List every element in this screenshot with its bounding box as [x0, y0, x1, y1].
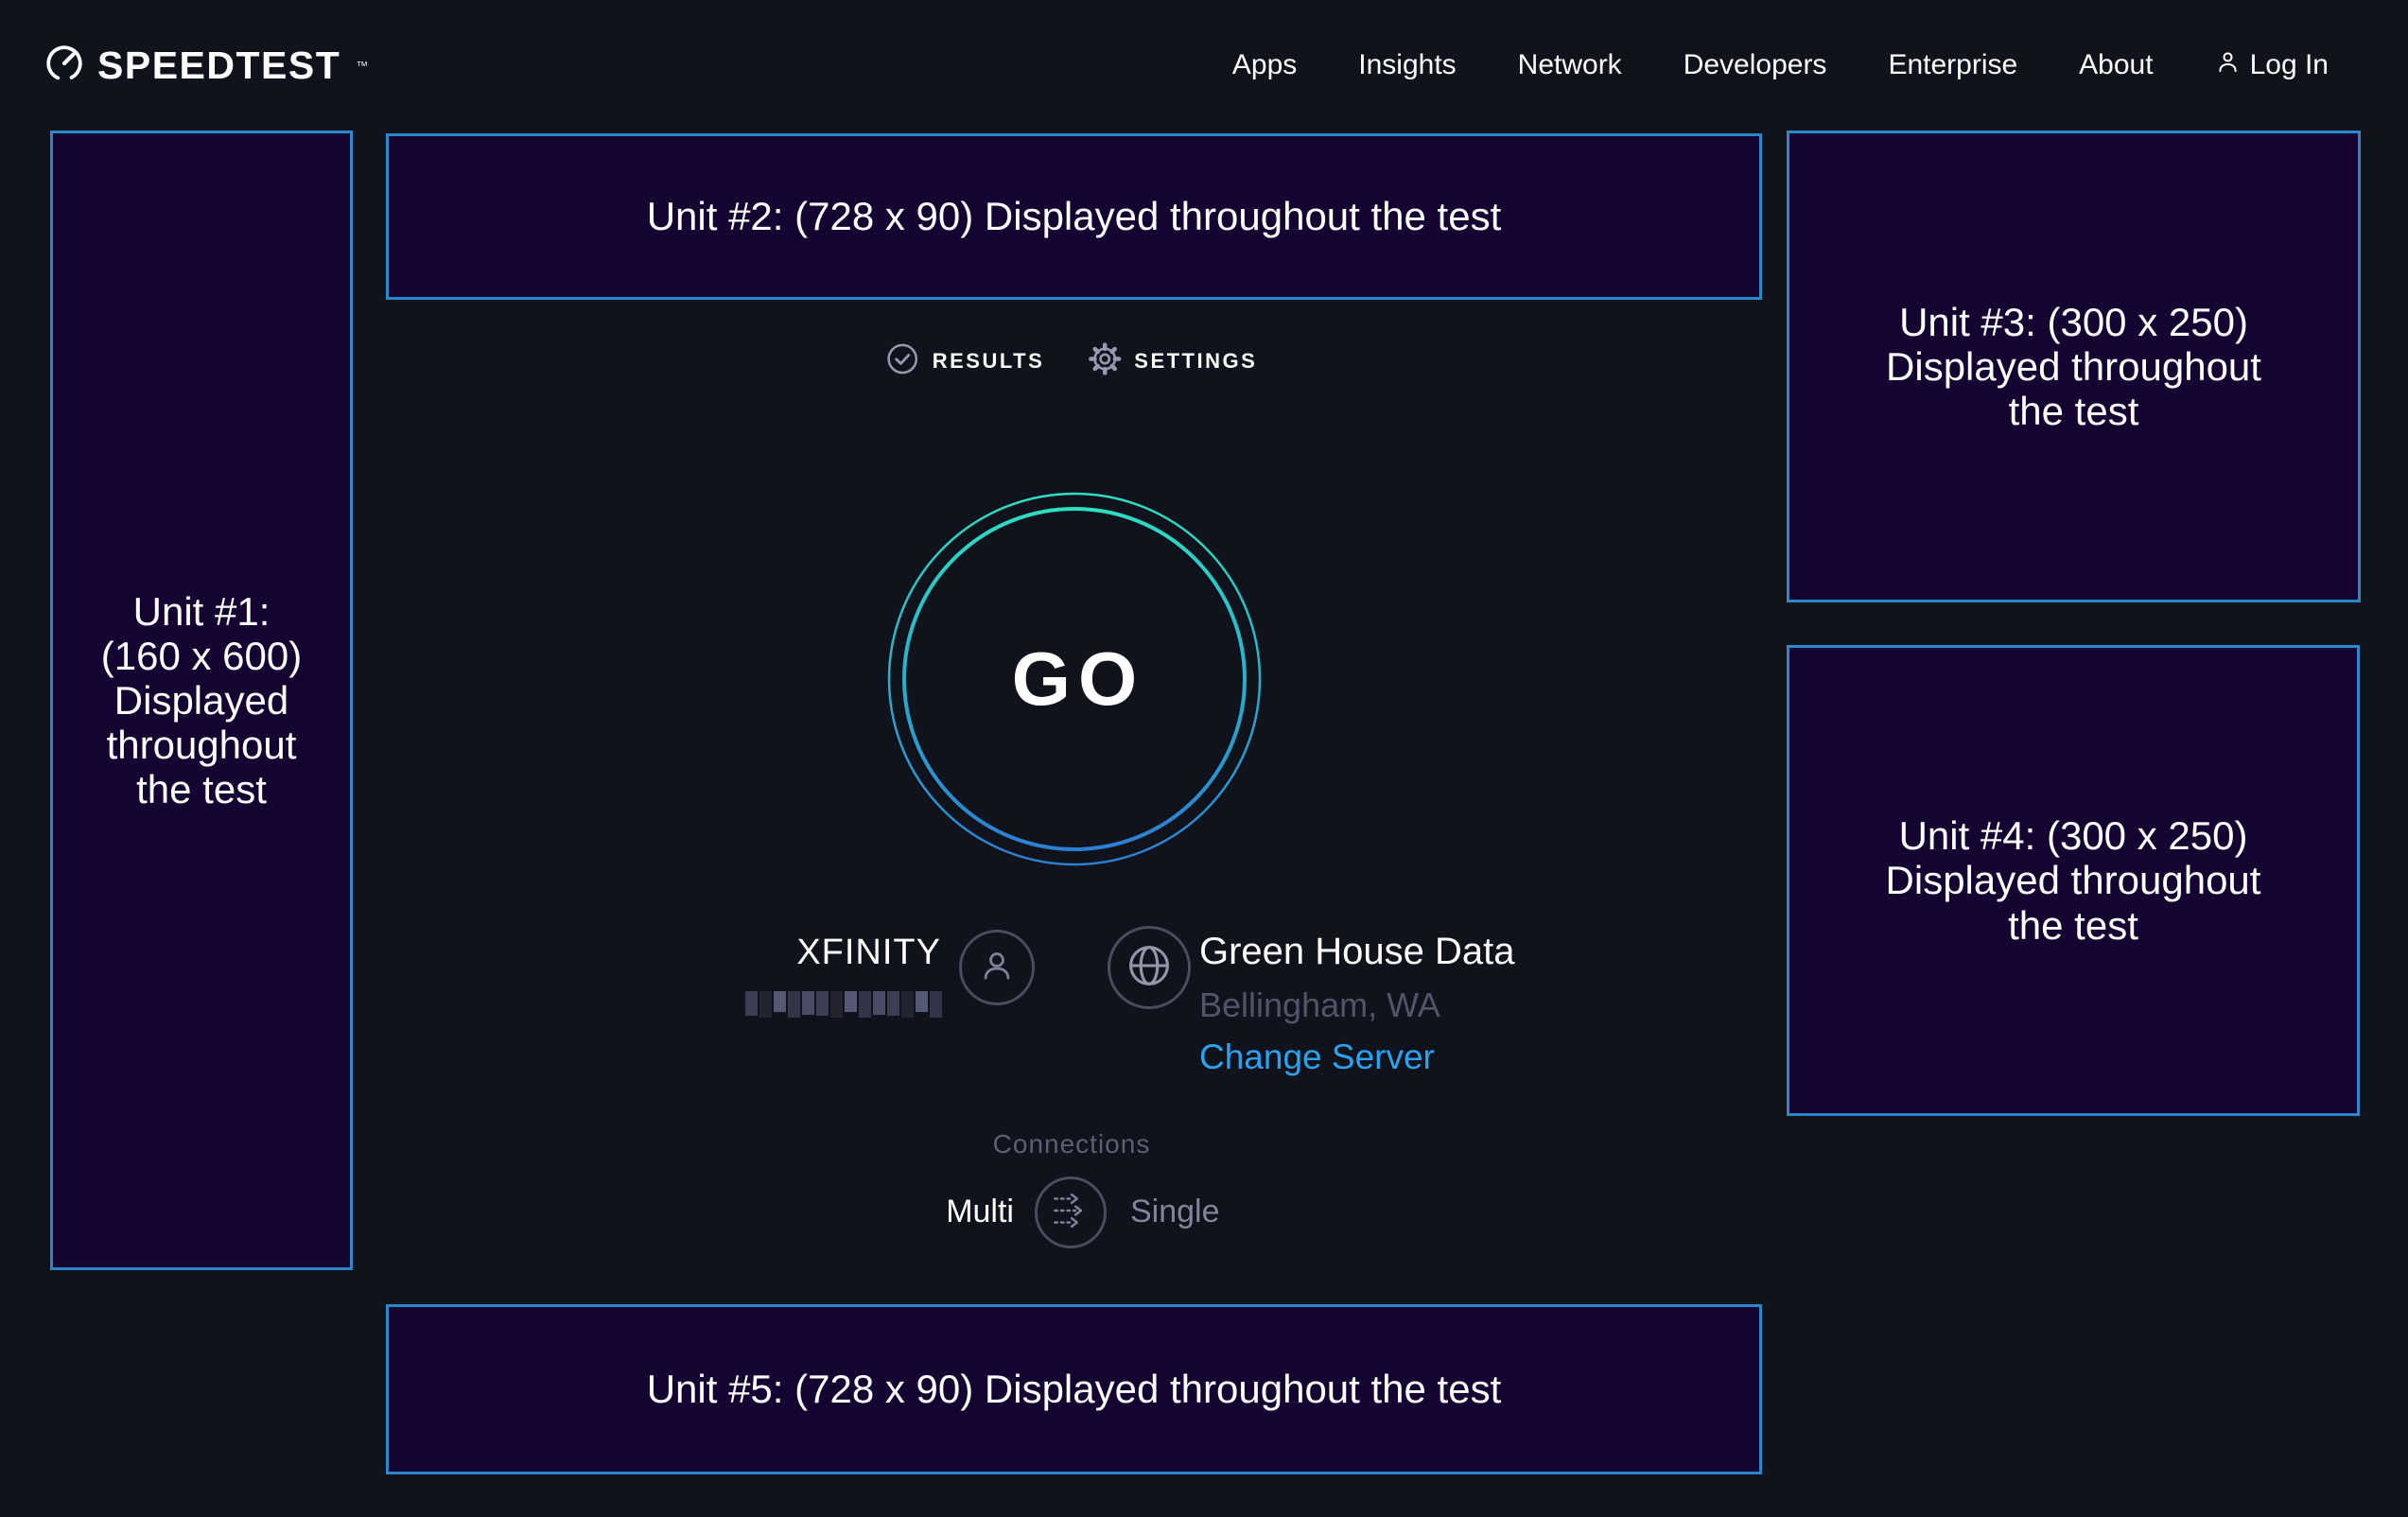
ad-unit-3-label: Unit #3: (300 x 250) Displayed throughou… — [1886, 300, 2261, 433]
results-settings-tabs: RESULTS SETTINGS — [886, 342, 1258, 380]
nav-item-about[interactable]: About — [2079, 49, 2153, 81]
person-icon — [977, 946, 1017, 990]
ad-unit-4-label: Unit #4: (300 x 250) Displayed throughou… — [1886, 813, 2261, 947]
nav-item-enterprise[interactable]: Enterprise — [1888, 49, 2017, 81]
connections-multi-option[interactable]: Multi — [946, 1194, 1014, 1230]
server-info: Green House Data Bellingham, WA Change S… — [1199, 931, 1515, 1077]
go-button-label: GO — [885, 490, 1264, 868]
speedtest-page: SPEEDTEST ™ Apps Insights Network Develop… — [0, 0, 2408, 1517]
isp-name[interactable]: XFINITY — [796, 933, 941, 973]
tab-results[interactable]: RESULTS — [886, 342, 1045, 380]
brand-trademark: ™ — [356, 59, 368, 73]
speedometer-icon — [44, 44, 84, 88]
isp-avatar — [959, 930, 1035, 1005]
ad-unit-1[interactable]: Unit #1: (160 x 600) Displayed throughou… — [50, 131, 353, 1270]
login-button[interactable]: Log In — [2215, 49, 2329, 82]
nav-item-network[interactable]: Network — [1518, 49, 1622, 81]
ad-unit-5-label: Unit #5: (728 x 90) Displayed throughout… — [647, 1367, 1502, 1411]
tab-settings[interactable]: SETTINGS — [1088, 342, 1257, 380]
server-location: Bellingham, WA — [1199, 985, 1515, 1025]
check-circle-icon — [886, 342, 919, 380]
brand-name: SPEEDTEST — [97, 44, 340, 88]
top-nav-bar: SPEEDTEST ™ Apps Insights Network Develop… — [0, 0, 2408, 131]
ad-unit-2[interactable]: Unit #2: (728 x 90) Displayed throughout… — [386, 133, 1762, 300]
gear-icon — [1088, 342, 1121, 380]
connections-toggle[interactable] — [1035, 1177, 1107, 1248]
tab-settings-label: SETTINGS — [1134, 349, 1257, 374]
speedtest-logo[interactable]: SPEEDTEST ™ — [44, 44, 368, 88]
login-label: Log In — [2250, 49, 2329, 81]
nav-item-insights[interactable]: Insights — [1358, 49, 1456, 81]
ad-unit-3[interactable]: Unit #3: (300 x 250) Displayed throughou… — [1787, 131, 2361, 602]
ad-unit-4[interactable]: Unit #4: (300 x 250) Displayed throughou… — [1787, 645, 2360, 1116]
tab-results-label: RESULTS — [933, 349, 1045, 374]
redacted-ip-address — [745, 991, 950, 1018]
server-globe-badge — [1108, 926, 1191, 1009]
connections-single-option[interactable]: Single — [1130, 1194, 1220, 1230]
connections-label: Connections — [993, 1129, 1151, 1160]
nav-item-developers[interactable]: Developers — [1684, 49, 1827, 81]
globe-icon — [1125, 942, 1173, 994]
ad-unit-1-label: Unit #1: (160 x 600) Displayed throughou… — [101, 589, 302, 811]
nav-item-apps[interactable]: Apps — [1232, 49, 1297, 81]
go-button[interactable]: GO — [885, 490, 1264, 868]
main-nav: Apps Insights Network Developers Enterpr… — [1232, 0, 2329, 131]
server-name: Green House Data — [1199, 931, 1515, 973]
person-icon — [2215, 49, 2241, 82]
ad-unit-5[interactable]: Unit #5: (728 x 90) Displayed throughout… — [386, 1304, 1762, 1474]
multi-arrows-icon — [1048, 1188, 1093, 1238]
change-server-link[interactable]: Change Server — [1199, 1037, 1515, 1077]
ad-unit-2-label: Unit #2: (728 x 90) Displayed throughout… — [647, 194, 1502, 238]
